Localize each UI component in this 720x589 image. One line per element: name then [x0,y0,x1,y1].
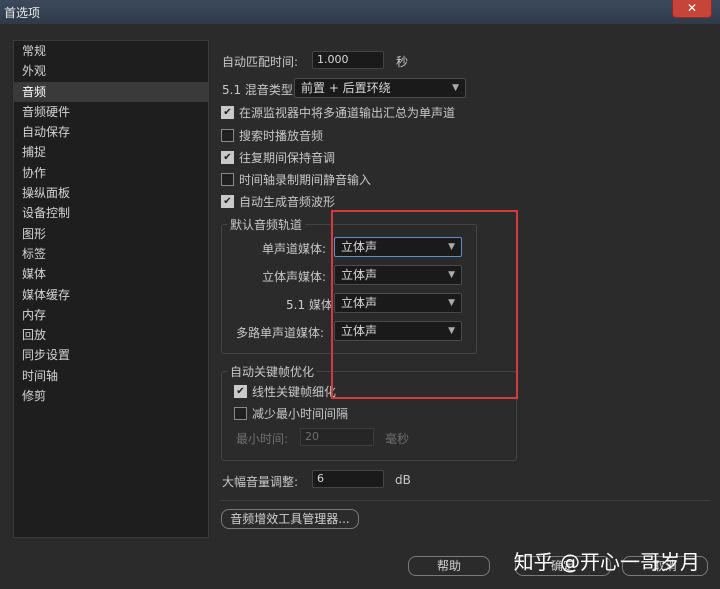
min-time-input: 20 [300,428,374,446]
checkbox-mute-label: 时间轴录制期间静音输入 [239,173,372,187]
sidebar-item[interactable]: 设备控制 [14,203,208,223]
multi-mono-media-label: 多路单声道媒体: [236,326,325,340]
gain-input[interactable]: 6 [312,470,384,488]
sidebar-item[interactable]: 协作 [14,163,208,183]
sidebar-item[interactable]: 媒体缓存 [14,285,208,305]
min-time-label: 最小时间: [236,432,289,446]
title-bar: 首选项 ✕ [0,0,720,24]
checkbox[interactable]: ✔ [221,151,234,164]
sidebar-item[interactable]: 内存 [14,305,208,325]
checkbox-monitor-row[interactable]: ✔ 在源监视器中将多通道输出汇总为单声道 [221,104,455,121]
reduce-interval-row[interactable]: 减少最小时间间隔 [234,405,348,422]
checkbox[interactable] [234,407,247,420]
highlight-annotation-box [331,210,518,399]
sidebar-item[interactable]: 外观 [14,61,208,81]
auto-match-unit: 秒 [396,55,409,69]
sidebar-item[interactable]: 操纵面板 [14,183,208,203]
surround-media-label: 5.1 媒体: [286,298,337,312]
auto-match-label: 自动匹配时间: [222,55,299,69]
linear-keyframe-label: 线性关键帧细化 [252,385,337,399]
sidebar-item[interactable]: 时间轴 [14,366,208,386]
sidebar-item[interactable]: 回放 [14,325,208,345]
checkbox[interactable] [221,129,234,142]
chevron-down-icon: ▼ [452,83,459,93]
sidebar-item[interactable]: 标签 [14,244,208,264]
checkbox-monitor-label: 在源监视器中将多通道输出汇总为单声道 [239,106,456,120]
sidebar-item[interactable]: 音频 [14,81,208,102]
checkbox-mute-row[interactable]: 时间轴录制期间静音输入 [221,171,371,188]
checkbox-waveform-label: 自动生成音频波形 [239,195,336,209]
watermark: 知乎 @开心一哥岁月 [513,550,700,574]
keyframe-opt-title: 自动关键帧优化 [227,363,318,380]
sidebar-item[interactable]: 捕捉 [14,142,208,162]
sidebar-item[interactable]: 同步设置 [14,345,208,365]
mono-media-label: 单声道媒体: [262,242,327,256]
mix-type-label: 5.1 混音类型: [222,83,297,97]
separator [220,500,710,501]
preferences-sidebar: 常规 外观 音频 音频硬件 自动保存 捕捉 协作 操纵面板 设备控制 图形 标签 媒体 媒体缓存 内存 回放… [13,40,209,538]
help-button[interactable]: 帮助 [408,556,490,576]
default-tracks-title: 默认音频轨道 [227,216,306,233]
window-title: 首选项 [4,6,41,20]
linear-keyframe-row[interactable]: ✔ 线性关键帧细化 [234,383,336,400]
sidebar-item[interactable]: 音频硬件 [14,102,208,122]
sidebar-item[interactable]: 自动保存 [14,122,208,142]
checkbox[interactable] [221,173,234,186]
sidebar-item[interactable]: 媒体 [14,264,208,284]
checkbox-shuttle-label: 往复期间保持音调 [239,151,336,165]
sidebar-item[interactable]: 图形 [14,224,208,244]
close-button[interactable]: ✕ [672,0,712,18]
mix-type-value: 前置 + 后置环绕 [301,81,391,95]
sidebar-item[interactable]: 修剪 [14,386,208,406]
sidebar-item[interactable]: 常规 [14,41,208,61]
min-time-unit: 毫秒 [385,432,410,446]
gain-label: 大幅音量调整: [222,475,299,489]
checkbox[interactable]: ✔ [221,106,234,119]
checkbox-scrub-label: 搜索时播放音频 [239,129,324,143]
auto-match-input[interactable]: 1.000 [312,51,384,69]
checkbox[interactable]: ✔ [221,195,234,208]
gain-unit: dB [395,473,411,487]
stereo-media-label: 立体声媒体: [262,270,327,284]
reduce-interval-label: 减少最小时间间隔 [252,407,349,421]
checkbox-waveform-row[interactable]: ✔ 自动生成音频波形 [221,193,335,210]
checkbox-scrub-row[interactable]: 搜索时播放音频 [221,127,323,144]
checkbox[interactable]: ✔ [234,385,247,398]
plugin-manager-button[interactable]: 音频增效工具管理器... [221,509,359,529]
mix-type-select[interactable]: 前置 + 后置环绕 ▼ [294,78,466,98]
checkbox-shuttle-row[interactable]: ✔ 往复期间保持音调 [221,149,335,166]
